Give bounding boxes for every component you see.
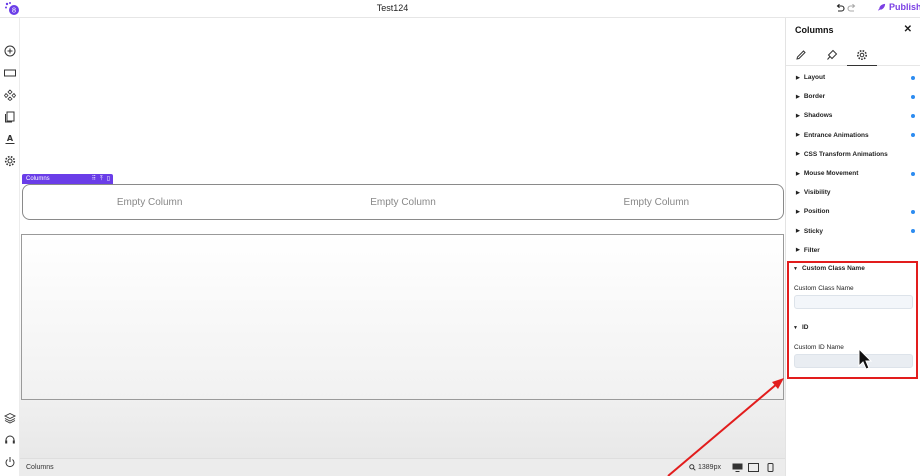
- components-icon[interactable]: [4, 89, 16, 101]
- section-label: Mouse Movement: [803, 170, 859, 178]
- settings-section-layout[interactable]: ▶ Layout: [786, 68, 920, 87]
- typography-icon[interactable]: A: [4, 133, 16, 145]
- desktop-view-icon[interactable]: [732, 463, 743, 472]
- brush-icon[interactable]: [826, 49, 838, 61]
- settings-section-entrance-animations[interactable]: ▶ Entrance Animations: [786, 126, 920, 145]
- help-icon[interactable]: [4, 434, 16, 446]
- document-title: Test124: [376, 3, 409, 13]
- caret-right-icon: ▶: [796, 170, 800, 177]
- delete-icon[interactable]: ▯: [107, 174, 110, 184]
- caret-right-icon: ▶: [796, 228, 800, 235]
- section-label: Position: [803, 208, 830, 216]
- top-bar: 8 Test124: [0, 0, 785, 18]
- selected-element-tag[interactable]: Columns ⠿ ⤒ ▯: [22, 174, 113, 184]
- section-label: Layout: [803, 74, 826, 82]
- bottom-bar: Columns 1389px: [20, 458, 785, 476]
- settings-section-visibility[interactable]: ▶ Visibility: [786, 183, 920, 202]
- settings-section-filter[interactable]: ▶ Filter: [786, 241, 920, 260]
- modified-indicator-dot: [911, 75, 915, 80]
- settings-section-shadows[interactable]: ▶ Shadows: [786, 106, 920, 125]
- left-sidebar: A: [0, 18, 20, 476]
- settings-sections: ▶ Layout ▶ Border ▶ Shadows ▶ Entrance Animatio…: [786, 68, 920, 260]
- width-value: 1389px: [698, 464, 721, 471]
- top-bar-actions: Publish: [785, 0, 920, 18]
- settings-section-sticky[interactable]: ▶ Sticky: [786, 222, 920, 241]
- pages-icon[interactable]: [4, 111, 16, 123]
- caret-right-icon: ▶: [796, 132, 800, 139]
- active-tab-indicator: [847, 65, 877, 66]
- tablet-view-icon[interactable]: [748, 463, 759, 472]
- mouse-cursor-icon: [858, 348, 873, 370]
- settings-panel: Columns ✕ ▶ Layout ▶ Border ▶ Shadows ▶ Entranc…: [785, 18, 920, 476]
- section-label: Sticky: [803, 227, 824, 235]
- modified-indicator-dot: [911, 133, 915, 138]
- caret-right-icon: ▶: [796, 112, 800, 119]
- modified-indicator-dot: [911, 209, 915, 214]
- close-icon[interactable]: ✕: [904, 24, 912, 35]
- empty-column-2[interactable]: Empty Column: [370, 197, 436, 208]
- settings-section-border[interactable]: ▶ Border: [786, 87, 920, 106]
- mobile-view-icon[interactable]: [765, 463, 776, 472]
- redo-icon[interactable]: [847, 3, 857, 13]
- empty-column-1[interactable]: Empty Column: [117, 197, 183, 208]
- settings-section-mouse-movement[interactable]: ▶ Mouse Movement: [786, 164, 920, 183]
- modified-indicator-dot: [911, 113, 915, 118]
- section-label: Filter: [803, 246, 820, 254]
- panel-tabs: [786, 44, 920, 66]
- collapse-icon[interactable]: ⤒: [100, 174, 103, 184]
- settings-icon[interactable]: [4, 155, 16, 167]
- layers-icon[interactable]: [4, 412, 16, 424]
- publish-button[interactable]: Publish: [877, 2, 920, 12]
- publish-label: Publish: [889, 2, 920, 12]
- width-readout: 1389px: [689, 464, 721, 471]
- modified-indicator-dot: [911, 94, 915, 99]
- editor-canvas[interactable]: Columns ⠿ ⤒ ▯ Empty Column Empty Column …: [20, 18, 785, 458]
- modified-indicator-dot: [911, 229, 915, 234]
- caret-right-icon: ▶: [796, 208, 800, 215]
- section-label: CSS Transform Animations: [803, 150, 888, 158]
- pencil-icon[interactable]: [795, 49, 807, 61]
- panel-title: Columns: [795, 25, 834, 35]
- gear-icon[interactable]: [856, 49, 868, 61]
- container-icon[interactable]: [4, 67, 16, 79]
- modified-indicator-dot: [911, 171, 915, 176]
- caret-right-icon: ▶: [796, 247, 800, 254]
- caret-right-icon: ▶: [796, 93, 800, 100]
- breadcrumb[interactable]: Columns: [26, 464, 54, 471]
- drag-handle-icon[interactable]: ⠿: [92, 174, 96, 184]
- selected-element-label: Columns: [26, 176, 50, 182]
- section-label: Entrance Animations: [803, 131, 869, 139]
- section-label: Visibility: [803, 189, 831, 197]
- search-icon: [689, 464, 696, 471]
- settings-section-css-transform-animations[interactable]: ▶ CSS Transform Animations: [786, 145, 920, 164]
- caret-right-icon: ▶: [796, 189, 800, 196]
- add-icon[interactable]: [4, 45, 16, 57]
- settings-section-position[interactable]: ▶ Position: [786, 202, 920, 221]
- rocket-icon: [877, 3, 886, 11]
- power-icon[interactable]: [4, 456, 16, 468]
- caret-right-icon: ▶: [796, 151, 800, 158]
- section-label: Shadows: [803, 112, 833, 120]
- svg-text:A: A: [7, 134, 14, 143]
- columns-block[interactable]: Empty Column Empty Column Empty Column: [22, 184, 784, 220]
- section-label: Border: [803, 93, 826, 101]
- empty-column-3[interactable]: Empty Column: [624, 197, 690, 208]
- caret-right-icon: ▶: [796, 74, 800, 81]
- section-container[interactable]: [21, 234, 784, 400]
- annotation-highlight-box: [787, 261, 918, 379]
- undo-icon[interactable]: [835, 3, 845, 13]
